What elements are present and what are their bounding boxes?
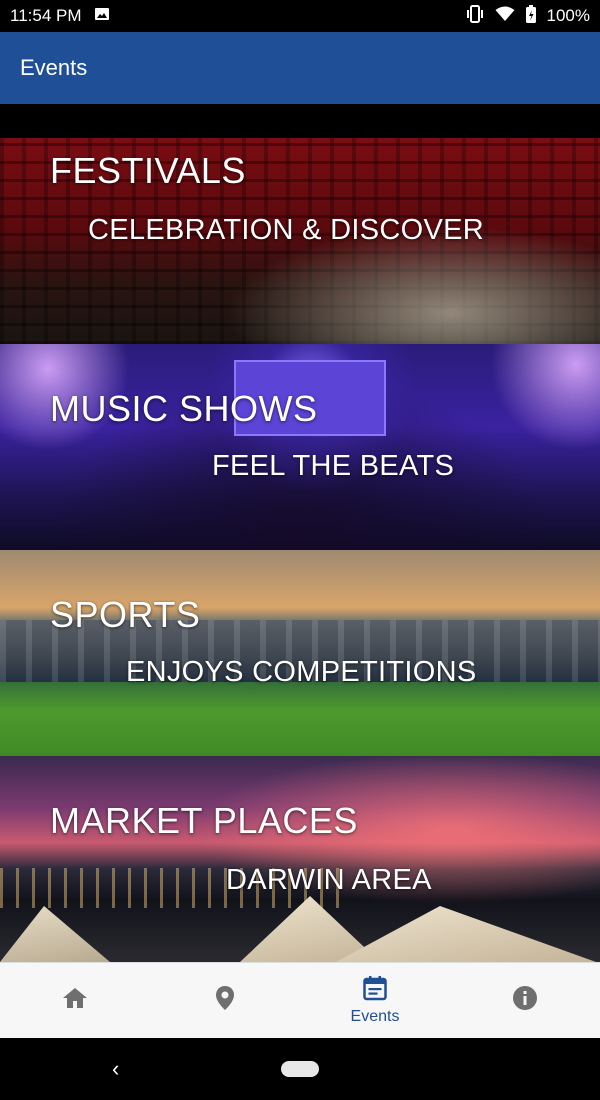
event-category-list: FESTIVALS CELEBRATION & DISCOVER MUSIC S… — [0, 138, 600, 962]
battery-icon — [525, 4, 537, 29]
banner-subtitle: FEEL THE BEATS — [212, 450, 455, 482]
vibrate-icon — [465, 4, 485, 28]
status-time: 11:54 PM — [10, 6, 82, 25]
banner-subtitle: ENJOYS COMPETITIONS — [126, 656, 477, 688]
banner-title: MUSIC SHOWS — [50, 388, 318, 429]
music-shows-banner[interactable]: MUSIC SHOWS FEEL THE BEATS — [0, 344, 600, 550]
market-places-banner[interactable]: MARKET PLACES DARWIN AREA — [0, 756, 600, 962]
sports-banner[interactable]: SPORTS ENJOYS COMPETITIONS — [0, 550, 600, 756]
status-icons: 100% — [465, 4, 590, 29]
festivals-banner[interactable]: FESTIVALS CELEBRATION & DISCOVER — [0, 138, 600, 344]
nav-events[interactable]: Events — [315, 963, 435, 1039]
app-bar: Events — [0, 32, 600, 104]
location-pin-icon — [215, 985, 235, 1016]
system-navigation-bar: ‹ — [0, 1038, 600, 1100]
wifi-icon — [495, 6, 515, 27]
banner-subtitle: DARWIN AREA — [226, 864, 432, 896]
nav-map[interactable] — [165, 963, 285, 1039]
status-bar: 11:54 PM 100% — [0, 0, 600, 32]
home-icon — [62, 986, 88, 1015]
banner-title: SPORTS — [50, 594, 201, 635]
home-pill[interactable] — [281, 1061, 319, 1077]
banner-subtitle: CELEBRATION & DISCOVER — [88, 214, 485, 246]
banner-title: MARKET PLACES — [50, 800, 358, 841]
image-icon — [94, 6, 110, 27]
bottom-navigation: Events — [0, 962, 600, 1038]
info-icon — [512, 985, 538, 1016]
back-icon[interactable]: ‹ — [112, 1056, 119, 1082]
spacer — [0, 104, 600, 138]
nav-info[interactable] — [465, 963, 585, 1039]
banner-title: FESTIVALS — [50, 150, 246, 191]
nav-home[interactable] — [15, 963, 135, 1039]
nav-events-label: Events — [350, 1008, 400, 1025]
calendar-icon — [363, 975, 387, 1006]
battery-percent: 100% — [546, 6, 590, 25]
page-title: Events — [20, 55, 88, 80]
